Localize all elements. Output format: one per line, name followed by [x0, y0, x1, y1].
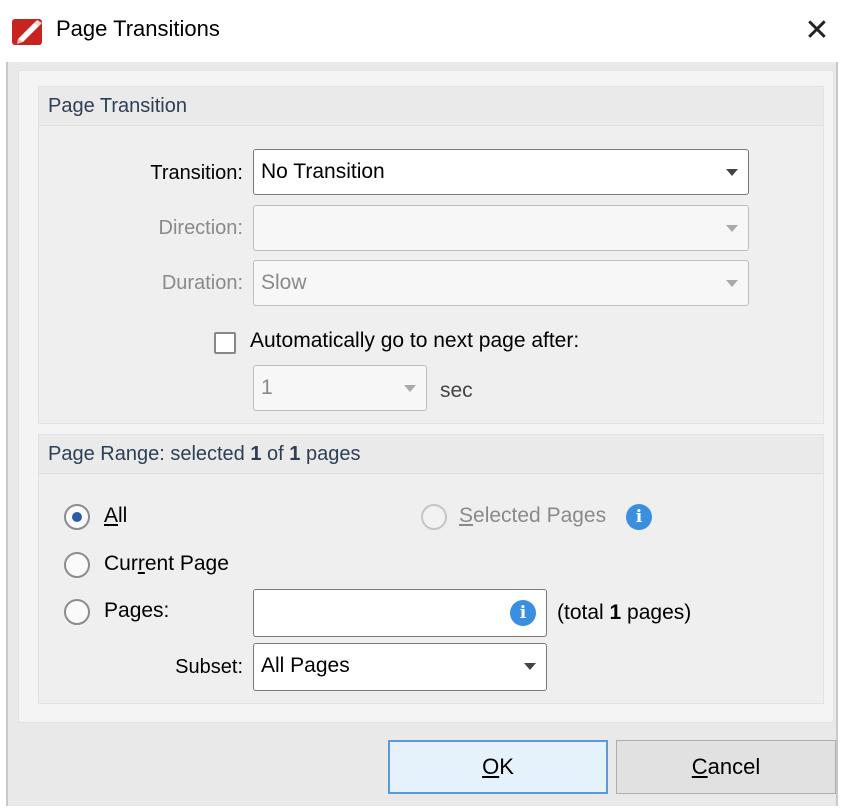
- current-page-pre: Cur: [104, 552, 138, 575]
- direction-label: Direction:: [158, 217, 243, 239]
- page-range-heading: Page Range: selected 1 of 1 pages: [48, 443, 360, 466]
- window-title: Page Transitions: [56, 16, 220, 41]
- total-suffix: pages): [621, 601, 692, 624]
- group-header: Page Transition: [39, 87, 823, 126]
- subset-label: Subset:: [175, 656, 243, 678]
- duration-dropdown: Slow: [253, 260, 749, 306]
- radio-selected-pages: [421, 504, 447, 530]
- all-accel: A: [104, 504, 119, 527]
- page-range-mid: of: [261, 443, 290, 465]
- page-range-suffix: pages: [300, 443, 361, 465]
- subset-dropdown[interactable]: All Pages: [253, 643, 547, 691]
- chevron-down-icon: [726, 225, 738, 232]
- title-bar: Page Transitions ✕: [0, 0, 842, 62]
- duration-value: Slow: [261, 271, 307, 294]
- chevron-down-icon: [404, 385, 416, 392]
- pages-pre: Pa: [104, 599, 130, 622]
- radio-pages[interactable]: [64, 599, 90, 625]
- seconds-unit: sec: [440, 379, 473, 402]
- cancel-accel: C: [691, 754, 708, 779]
- chevron-down-icon: [726, 280, 738, 287]
- duration-label: Duration:: [161, 272, 243, 294]
- current-page-label[interactable]: Current Page: [104, 552, 229, 576]
- ok-accel: O: [482, 754, 500, 779]
- transition-label: Transition:: [150, 162, 243, 184]
- page-range-prefix: Page Range: selected: [48, 443, 251, 465]
- auto-next-label: Automatically go to next page after:: [250, 329, 580, 352]
- transition-dropdown[interactable]: No Transition: [253, 149, 749, 195]
- all-label[interactable]: All: [104, 504, 127, 528]
- group-header: Page Range: selected 1 of 1 pages: [39, 435, 823, 474]
- pdf-editor-icon: [12, 19, 42, 45]
- direction-dropdown: [253, 205, 749, 251]
- selected-pages-rest: elected Pages: [473, 504, 607, 527]
- seconds-value: 1: [261, 376, 273, 399]
- all-rest: ll: [118, 504, 128, 527]
- radio-current-page[interactable]: [64, 552, 90, 578]
- ok-rest: K: [499, 754, 514, 779]
- chevron-down-icon: [524, 663, 536, 670]
- info-icon[interactable]: i: [626, 504, 652, 530]
- total-pages-count: 1: [609, 601, 622, 624]
- auto-next-checkbox[interactable]: [214, 332, 236, 354]
- cancel-button[interactable]: Cancel: [616, 740, 836, 794]
- transition-value: No Transition: [261, 160, 385, 183]
- page-transition-heading: Page Transition: [48, 95, 187, 117]
- current-page-accel: r: [137, 552, 145, 575]
- pages-input[interactable]: [253, 589, 547, 637]
- pages-post: es:: [141, 599, 170, 622]
- total-prefix: (total: [557, 601, 610, 624]
- pages-accel: g: [129, 599, 142, 622]
- cancel-rest: ancel: [707, 754, 761, 779]
- subset-value: All Pages: [261, 654, 350, 677]
- ok-button[interactable]: OK: [388, 740, 608, 794]
- selected-count: 1: [250, 443, 262, 465]
- page-transition-group: Page Transition Transition: No Transitio…: [38, 86, 824, 424]
- selected-pages-label: Selected Pages: [459, 504, 606, 528]
- chevron-down-icon: [726, 169, 738, 176]
- pages-label[interactable]: Pages:: [104, 599, 169, 623]
- page-range-group: Page Range: selected 1 of 1 pages All Se…: [38, 434, 824, 704]
- total-pages-text: (total 1 pages): [557, 601, 691, 625]
- selected-pages-accel: S: [459, 504, 474, 527]
- radio-all[interactable]: [64, 504, 90, 530]
- current-page-post: ent Page: [144, 552, 229, 575]
- close-icon[interactable]: ✕: [796, 10, 838, 52]
- info-icon[interactable]: i: [510, 600, 536, 626]
- total-count: 1: [289, 443, 301, 465]
- seconds-dropdown: 1: [253, 365, 427, 411]
